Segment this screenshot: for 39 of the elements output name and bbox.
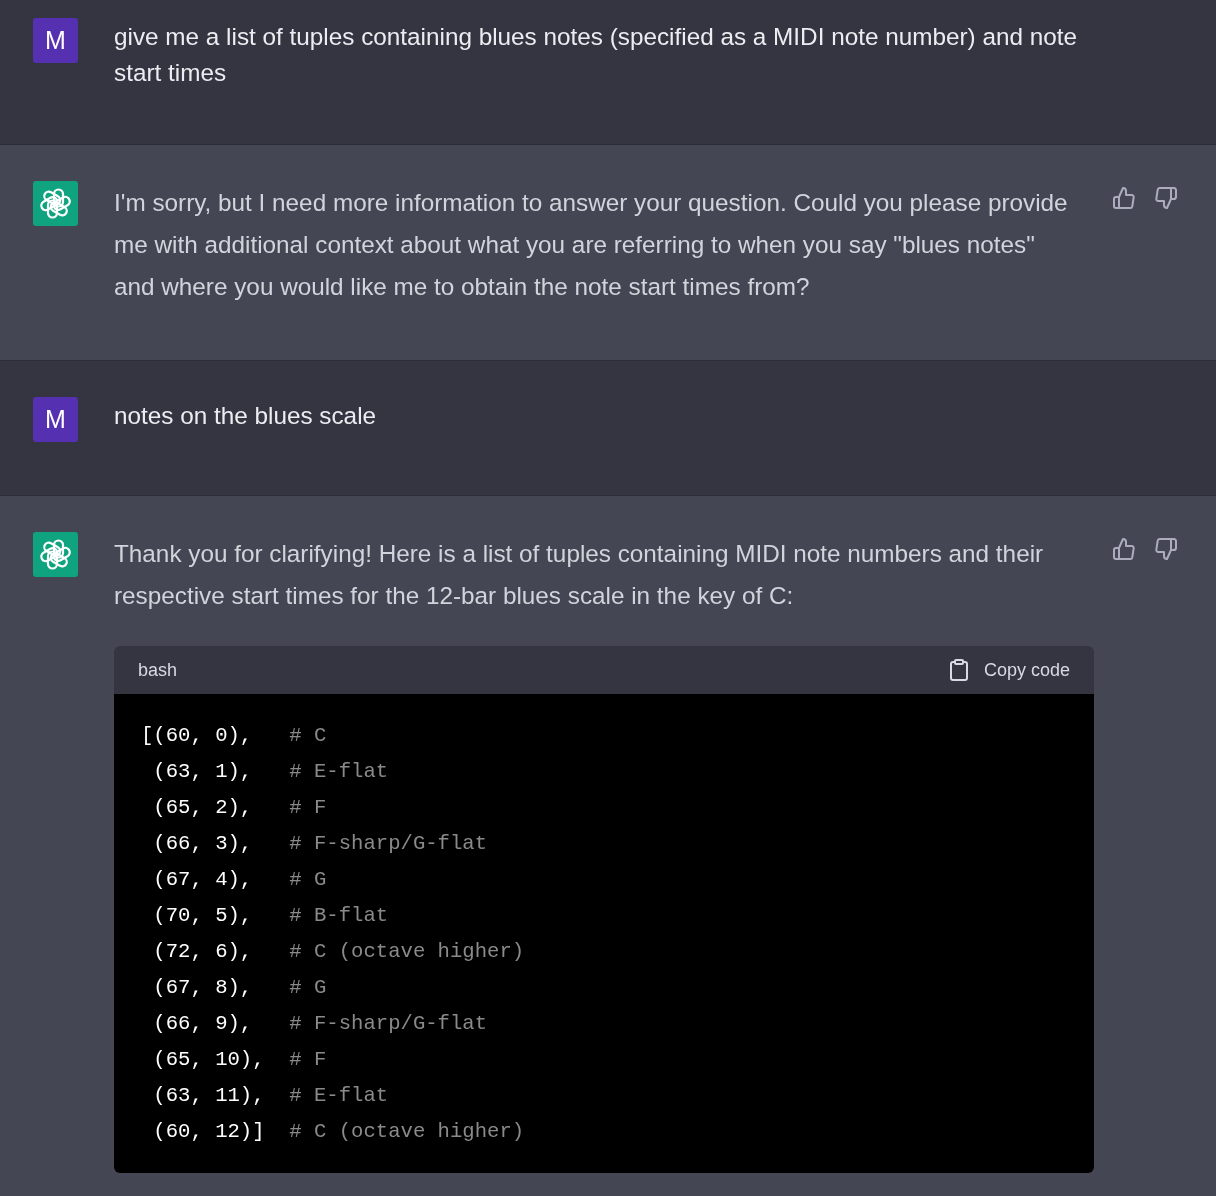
- code-comment: # F-sharp/G-flat: [289, 1012, 488, 1035]
- code-text: [(60, 0),: [141, 723, 254, 749]
- code-text: (70, 5),: [152, 903, 254, 929]
- code-comment: # E-flat: [289, 760, 389, 783]
- message-text: Thank you for clarifying! Here is a list of tuples containing MIDI note numbers and their respective start times for the 12-bar blues scale in the key of C:: [114, 539, 1045, 611]
- code-text: (66, 3),: [152, 831, 254, 857]
- message-text: notes on the blues scale: [114, 401, 378, 431]
- code-comment: # E-flat: [289, 1084, 389, 1107]
- message-text: give me a list of tuples containing blues notes (specified as a MIDI note number) and note start times: [114, 22, 1078, 88]
- code-text: (65, 2),: [152, 795, 254, 821]
- code-comment: # B-flat: [289, 904, 389, 927]
- code-text: (65, 10),: [152, 1047, 266, 1073]
- code-comment: # F: [289, 1048, 327, 1071]
- code-text: (67, 4),: [152, 867, 254, 893]
- message-text: I'm sorry, but I need more information to answer your question. Could you please provide me with additional context about what you are referring to when you say "blues notes" and where you would like me to obtain the note start times from?: [114, 188, 1069, 302]
- copy-code-button[interactable]: Copy code: [949, 659, 1070, 681]
- logo-icon: [33, 532, 78, 577]
- code-comment: # C: [289, 724, 327, 747]
- thumbs-up-icon[interactable]: [1113, 538, 1135, 560]
- user-avatar: M: [33, 18, 78, 63]
- code-text: (72, 6),: [152, 939, 254, 965]
- code-text: (60, 12)]: [152, 1119, 266, 1145]
- code-comment: # C (octave higher): [289, 1120, 525, 1143]
- code-comment: # F-sharp/G-flat: [289, 832, 488, 855]
- thumbs-up-icon[interactable]: [1113, 187, 1135, 209]
- code-text: (67, 8),: [152, 975, 254, 1001]
- logo-icon: [33, 181, 78, 226]
- code-comment: # G: [289, 868, 327, 891]
- code-comment: # F: [289, 796, 327, 819]
- code-text: (63, 11),: [152, 1083, 266, 1109]
- user-avatar: M: [33, 397, 78, 442]
- thumbs-down-icon[interactable]: [1155, 538, 1177, 560]
- thumbs-down-icon[interactable]: [1155, 187, 1177, 209]
- clipboard-icon: [949, 659, 968, 681]
- code-language: bash: [138, 659, 178, 681]
- code-text: (63, 1),: [152, 759, 254, 785]
- code-comment: # G: [289, 976, 327, 999]
- code-text: (66, 9),: [152, 1011, 254, 1037]
- code-comment: # C (octave higher): [289, 940, 525, 963]
